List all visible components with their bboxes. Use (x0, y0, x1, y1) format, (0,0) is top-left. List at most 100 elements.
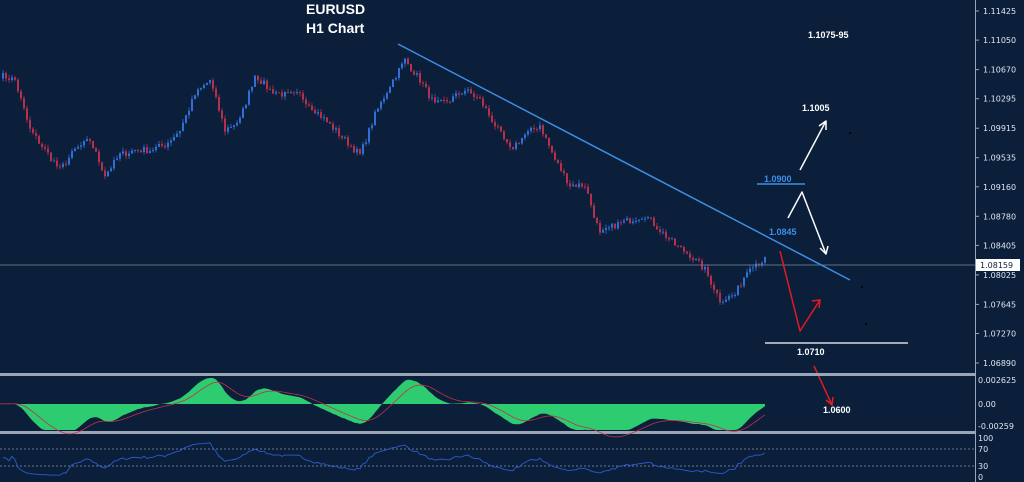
candle (545, 134, 547, 138)
candle (230, 127, 232, 129)
candle (293, 92, 295, 94)
candle (635, 220, 637, 222)
y-tick-label: 1.11425 (983, 7, 1016, 16)
candle (17, 79, 19, 92)
retest-arrow-icon (787, 191, 827, 255)
candle (695, 258, 697, 260)
candle (386, 92, 388, 99)
price-chart[interactable]: EURUSD H1 Chart 1.1075-95 1.1005 1.0900 … (0, 0, 1024, 482)
candle (269, 88, 271, 90)
candle (740, 285, 742, 287)
candle (326, 117, 328, 123)
candle (275, 92, 277, 94)
candle (137, 149, 139, 151)
candle (5, 73, 7, 79)
candle (734, 295, 736, 297)
candle (467, 89, 469, 91)
y-tick-label: 1.10670 (983, 66, 1016, 75)
candle (179, 131, 181, 134)
candle (374, 111, 376, 126)
candle (380, 101, 382, 109)
candle (200, 88, 202, 90)
rsi-line (2, 442, 766, 476)
candle (215, 88, 217, 97)
candle (116, 158, 118, 160)
candle (446, 100, 448, 102)
candle (455, 93, 457, 97)
candle (506, 139, 508, 143)
candle (719, 293, 721, 303)
macd-tick-label: -0.00259 (978, 422, 1014, 431)
candle (713, 284, 715, 290)
candle (542, 125, 544, 135)
candle (584, 186, 586, 188)
candle (608, 227, 610, 229)
candle (221, 110, 223, 119)
label-resistance-2: 1.0845 (769, 227, 797, 237)
candle (149, 150, 151, 154)
candle (602, 230, 604, 233)
candle (617, 222, 619, 229)
candle (464, 90, 466, 94)
candle (530, 127, 532, 132)
candle (389, 87, 391, 93)
candle (515, 142, 517, 150)
candle (182, 122, 184, 132)
candle (644, 218, 646, 220)
candle (350, 145, 352, 147)
candle (44, 146, 46, 149)
candle (689, 253, 691, 259)
candle (242, 108, 244, 118)
candle (320, 112, 322, 118)
candle (59, 166, 61, 168)
candle (272, 89, 274, 94)
candle (668, 237, 670, 240)
candle (161, 143, 163, 146)
candle (344, 137, 346, 139)
trendline[interactable] (397, 43, 851, 281)
candle (134, 149, 136, 151)
candle (419, 73, 421, 83)
candle (497, 126, 499, 128)
candle (8, 78, 10, 81)
candle (746, 272, 748, 278)
y-tick-label: 1.08025 (983, 271, 1016, 280)
candle (164, 145, 166, 148)
chart-title: EURUSD (306, 1, 365, 17)
candle (296, 92, 298, 94)
candle (626, 218, 628, 221)
macd-panel (0, 378, 766, 438)
candle (692, 258, 694, 260)
panel-separator[interactable] (0, 373, 975, 376)
candle (557, 159, 559, 164)
candle (431, 97, 433, 99)
candle (614, 223, 616, 229)
candle (473, 93, 475, 98)
candle (53, 160, 55, 162)
candle (311, 105, 313, 110)
candle (128, 153, 130, 157)
rsi-tick-label: 0 (978, 473, 983, 482)
candle (629, 218, 631, 224)
candle (23, 98, 25, 109)
candle (74, 148, 76, 151)
y-tick-label: 1.06890 (983, 359, 1016, 368)
candle (710, 275, 712, 285)
candle (14, 77, 16, 80)
candle (185, 115, 187, 123)
candle (47, 148, 49, 153)
candle (755, 263, 757, 268)
candle (140, 150, 142, 153)
candle (656, 226, 658, 230)
y-tick-label: 1.09915 (983, 124, 1016, 133)
macd-tick-label: 0.002625 (978, 376, 1016, 385)
candle (20, 91, 22, 99)
rsi-tick-label: 100 (978, 434, 993, 443)
panel-separator[interactable] (0, 431, 975, 434)
candle (509, 142, 511, 148)
candle (650, 217, 652, 219)
y-tick-label: 1.08780 (983, 212, 1016, 221)
candle (632, 221, 634, 224)
candle (113, 159, 115, 169)
candle (353, 146, 355, 153)
